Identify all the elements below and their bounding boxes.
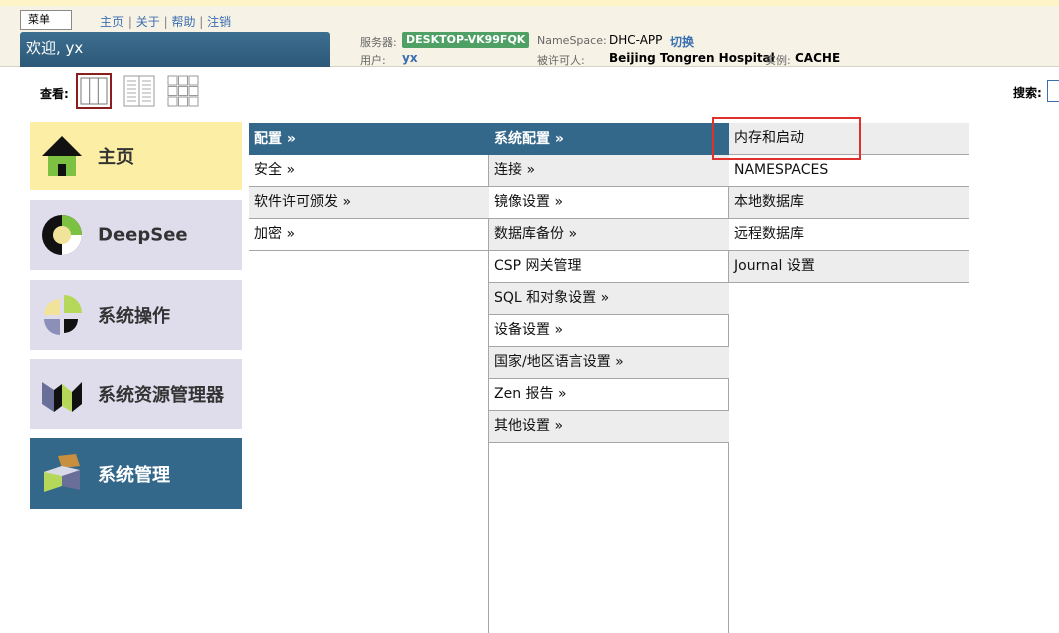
- highlight-box: [712, 117, 861, 160]
- menu-item-other-settings[interactable]: 其他设置 »: [489, 411, 729, 443]
- search-input[interactable]: [1047, 80, 1059, 102]
- tile-home[interactable]: 主页: [30, 122, 242, 190]
- column-header-config[interactable]: 配置 »: [249, 123, 489, 155]
- menu-item-local-databases[interactable]: 本地数据库: [729, 187, 969, 219]
- link-separator: |: [127, 15, 132, 29]
- tile-system-admin[interactable]: 系统管理: [30, 438, 242, 509]
- columns-view-icon: [80, 77, 108, 105]
- menu-item-remote-databases[interactable]: 远程数据库: [729, 219, 969, 251]
- menu-item-connectivity[interactable]: 连接 »: [489, 155, 729, 187]
- grid-view-button[interactable]: [165, 73, 201, 109]
- instance-label: 实例:: [765, 54, 791, 67]
- system-admin-icon: [44, 453, 80, 492]
- system-operation-icon: [44, 295, 82, 335]
- link-separator: |: [163, 15, 168, 29]
- menu-button[interactable]: 菜单: [20, 10, 72, 30]
- link-separator: |: [199, 15, 204, 29]
- header-bar: 菜单 主页 | 关于 | 帮助 | 注销 欢迎, yx 服务器: DESKTOP…: [0, 6, 1059, 67]
- menu-item-sql-object-settings[interactable]: SQL 和对象设置 »: [489, 283, 729, 315]
- deepsee-icon: [42, 215, 82, 255]
- list-view-button[interactable]: [121, 73, 157, 109]
- menu-item-journal-settings[interactable]: Journal 设置: [729, 251, 969, 283]
- system-explorer-icon: [42, 382, 82, 412]
- view-label: 查看:: [40, 87, 69, 101]
- menu-item-zen-reports[interactable]: Zen 报告 »: [489, 379, 729, 411]
- tile-system-explorer[interactable]: 系统资源管理器: [30, 359, 242, 429]
- menu-item-mirror-settings[interactable]: 镜像设置 »: [489, 187, 729, 219]
- tile-deepsee[interactable]: DeepSee: [30, 200, 242, 270]
- tile-system-operation-label: 系统操作: [98, 306, 170, 327]
- tile-home-label: 主页: [98, 147, 134, 168]
- menu-item-security[interactable]: 安全 »: [249, 155, 489, 187]
- namespace-value: DHC-APP: [609, 33, 663, 47]
- logout-link[interactable]: 注销: [207, 15, 231, 29]
- tile-system-admin-label: 系统管理: [98, 464, 170, 486]
- menu-item-locale-settings[interactable]: 国家/地区语言设置 »: [489, 347, 729, 379]
- home-link[interactable]: 主页: [100, 15, 124, 29]
- top-links: 主页 | 关于 | 帮助 | 注销: [100, 13, 231, 30]
- search-label: 搜索:: [1013, 86, 1042, 100]
- column-header-system-config[interactable]: 系统配置 »: [489, 123, 729, 155]
- tile-deepsee-label: DeepSee: [98, 224, 188, 246]
- namespace-label: NameSpace:: [537, 34, 607, 47]
- licensee-label: 被许可人:: [537, 54, 585, 67]
- user-label: 用户:: [360, 54, 386, 67]
- user-value: yx: [402, 51, 418, 65]
- menu-column-system-config: 系统配置 » 连接 » 镜像设置 » 数据库备份 » CSP 网关管理 SQL …: [489, 123, 729, 443]
- welcome-banner: 欢迎, yx: [20, 32, 330, 67]
- server-badge: DESKTOP-VK99FQK: [402, 32, 530, 48]
- server-label: 服务器:: [360, 36, 397, 49]
- menu-column-config: 配置 » 安全 » 软件许可颁发 » 加密 »: [249, 123, 489, 251]
- list-view-icon: [123, 75, 155, 107]
- menu-item-device-settings[interactable]: 设备设置 »: [489, 315, 729, 347]
- menu-item-encryption[interactable]: 加密 »: [249, 219, 489, 251]
- columns-view-button[interactable]: [76, 73, 112, 109]
- switch-namespace-link[interactable]: 切换: [670, 33, 694, 50]
- about-link[interactable]: 关于: [136, 15, 160, 29]
- menu-item-database-backup[interactable]: 数据库备份 »: [489, 219, 729, 251]
- licensee-value: Beijing Tongren Hospital: [609, 51, 775, 65]
- instance-value: CACHE: [795, 51, 841, 65]
- home-icon: [42, 136, 82, 176]
- tile-system-operation[interactable]: 系统操作: [30, 280, 242, 350]
- grid-view-icon: [167, 75, 199, 107]
- tile-system-explorer-label: 系统资源管理器: [98, 385, 224, 406]
- menu-item-csp-gateway[interactable]: CSP 网关管理: [489, 251, 729, 283]
- menu-item-licensing[interactable]: 软件许可颁发 »: [249, 187, 489, 219]
- help-link[interactable]: 帮助: [171, 15, 195, 29]
